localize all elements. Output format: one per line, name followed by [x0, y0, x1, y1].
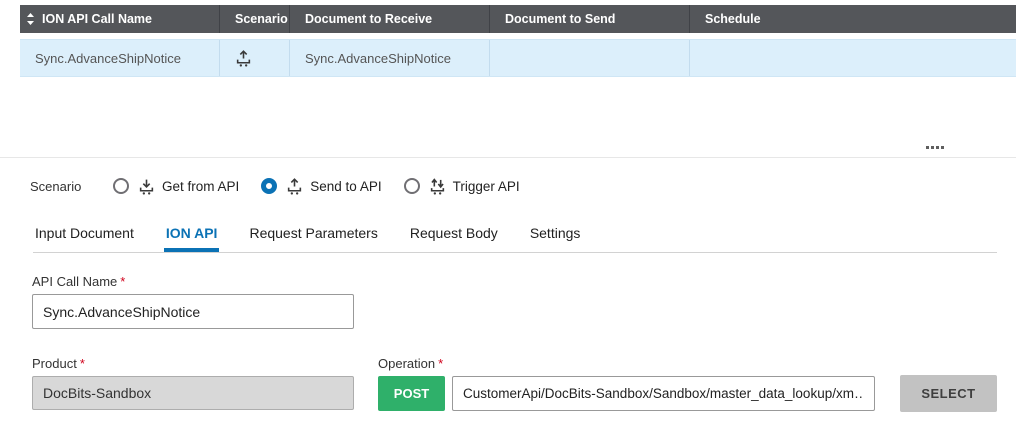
- select-operation-button[interactable]: SELECT: [900, 375, 997, 412]
- cell-schedule: [690, 40, 1016, 76]
- splitter-handle[interactable]: [926, 146, 944, 149]
- cell-scenario: [220, 40, 290, 76]
- cell-api-call-name: Sync.AdvanceShipNotice: [20, 40, 220, 76]
- tab-ion-api[interactable]: ION API: [164, 221, 220, 252]
- table-header-row: ION API Call Name Scenario Document to R…: [20, 5, 1016, 33]
- api-call-name-label: API Call Name*: [32, 274, 125, 289]
- trigger-api-icon: [429, 178, 446, 195]
- scenario-group-label: Scenario: [30, 179, 113, 194]
- sort-icon[interactable]: [26, 13, 35, 25]
- tab-bar: Input Document ION API Request Parameter…: [33, 221, 997, 253]
- cell-document-to-receive: Sync.AdvanceShipNotice: [290, 40, 490, 76]
- tab-input-document[interactable]: Input Document: [33, 221, 136, 252]
- http-method-badge: POST: [378, 376, 445, 411]
- label-text: Operation: [378, 356, 435, 371]
- pane-divider: [0, 157, 1016, 158]
- operation-path-input[interactable]: [452, 376, 875, 411]
- tab-request-body[interactable]: Request Body: [408, 221, 500, 252]
- radio-option-trigger-api[interactable]: Trigger API: [404, 178, 520, 195]
- operation-label: Operation*: [378, 356, 443, 371]
- radio-button[interactable]: [113, 178, 129, 194]
- required-marker: *: [80, 356, 85, 371]
- label-text: Product: [32, 356, 77, 371]
- column-header-label: Schedule: [705, 12, 761, 26]
- column-header-scenario[interactable]: Scenario: [220, 5, 290, 33]
- label-text: API Call Name: [32, 274, 117, 289]
- column-header-label: ION API Call Name: [42, 12, 152, 26]
- radio-button[interactable]: [404, 178, 420, 194]
- radio-button-selected[interactable]: [261, 178, 277, 194]
- tab-settings[interactable]: Settings: [528, 221, 583, 252]
- send-to-api-icon: [286, 178, 303, 195]
- column-header-document-to-receive[interactable]: Document to Receive: [290, 5, 490, 33]
- required-marker: *: [438, 356, 443, 371]
- column-header-document-to-send[interactable]: Document to Send: [490, 5, 690, 33]
- radio-option-send-to-api[interactable]: Send to API: [261, 178, 381, 195]
- required-marker: *: [120, 274, 125, 289]
- tab-request-parameters[interactable]: Request Parameters: [247, 221, 379, 252]
- radio-option-label: Send to API: [310, 179, 381, 194]
- radio-option-label: Get from API: [162, 179, 239, 194]
- send-to-api-icon: [235, 50, 252, 67]
- get-from-api-icon: [138, 178, 155, 195]
- radio-option-label: Trigger API: [453, 179, 520, 194]
- product-input[interactable]: [32, 376, 354, 410]
- radio-option-get-from-api[interactable]: Get from API: [113, 178, 239, 195]
- api-call-name-input[interactable]: [32, 294, 354, 329]
- column-header-label: Document to Receive: [305, 12, 432, 26]
- table-row[interactable]: Sync.AdvanceShipNotice Sync.AdvanceShipN…: [20, 39, 1016, 77]
- cell-document-to-send: [490, 40, 690, 76]
- scenario-radio-group: Scenario Get from API Send to API: [30, 172, 542, 200]
- column-header-label: Scenario: [235, 12, 288, 26]
- column-header-ion-api-call-name[interactable]: ION API Call Name: [20, 5, 220, 33]
- ion-api-call-table: ION API Call Name Scenario Document to R…: [20, 5, 1016, 77]
- product-label: Product*: [32, 356, 85, 371]
- column-header-label: Document to Send: [505, 12, 615, 26]
- column-header-schedule[interactable]: Schedule: [690, 5, 1016, 33]
